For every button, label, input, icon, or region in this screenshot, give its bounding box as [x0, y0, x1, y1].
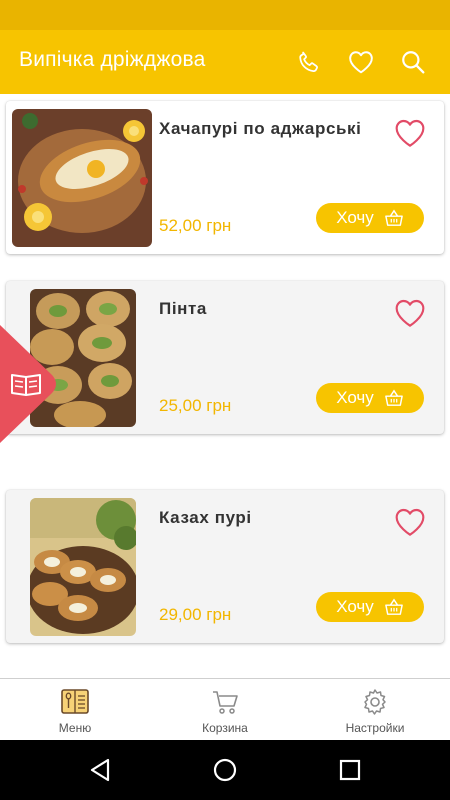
menu-book-icon [61, 689, 89, 714]
product-card[interactable]: Хачапурі по аджарські 52,00 грн Хочу [6, 101, 444, 254]
want-button-label: Хочу [336, 388, 374, 407]
add-to-favorites-heart-icon[interactable] [394, 507, 426, 537]
search-icon[interactable] [398, 47, 428, 77]
product-price: 52,00 грн [159, 216, 232, 235]
cart-icon [213, 691, 238, 714]
want-button-label: Хочу [336, 208, 374, 227]
nav-label-menu: Меню [58, 721, 92, 735]
system-navigation-bar [0, 740, 450, 800]
nav-label-cart: Корзина [202, 721, 248, 735]
product-list[interactable]: Хачапурі по аджарські 52,00 грн Хочу Пін… [0, 94, 450, 678]
product-image[interactable] [30, 498, 136, 636]
bottom-navigation: Меню Корзина Настройки [0, 678, 450, 741]
product-price: 29,00 грн [159, 605, 232, 624]
product-name[interactable]: Хачапурі по аджарські [159, 119, 361, 139]
product-card[interactable]: Пінта 25,00 грн Хочу [6, 281, 444, 434]
want-button[interactable]: Хочу [316, 383, 424, 413]
product-name[interactable]: Казах пурі [159, 508, 252, 528]
add-to-favorites-heart-icon[interactable] [394, 298, 426, 328]
product-card[interactable]: Казах пурі 29,00 грн Хочу [6, 490, 444, 643]
product-image[interactable] [12, 109, 152, 247]
add-to-favorites-heart-icon[interactable] [394, 118, 426, 148]
nav-item-cart[interactable]: Корзина [150, 679, 300, 741]
basket-icon [384, 209, 403, 226]
home-icon[interactable] [211, 756, 239, 784]
product-name[interactable]: Пінта [159, 299, 207, 319]
favorites-heart-icon[interactable] [346, 47, 376, 77]
status-bar [0, 0, 450, 30]
catalog-side-tab[interactable] [0, 325, 60, 443]
basket-icon [384, 389, 403, 406]
page-title: Випічка дріжджова [19, 48, 206, 71]
want-button[interactable]: Хочу [316, 592, 424, 622]
app-bar: Випічка дріжджова [0, 30, 450, 94]
basket-icon [384, 598, 403, 615]
nav-label-settings: Настройки [345, 721, 405, 735]
want-button-label: Хочу [336, 597, 374, 616]
gear-icon [364, 689, 386, 715]
nav-item-menu[interactable]: Меню [0, 679, 150, 741]
product-price: 25,00 грн [159, 396, 232, 415]
want-button[interactable]: Хочу [316, 203, 424, 233]
phone-icon[interactable] [294, 47, 324, 77]
back-icon[interactable] [86, 756, 114, 784]
nav-item-settings[interactable]: Настройки [300, 679, 450, 741]
recents-icon[interactable] [336, 756, 364, 784]
